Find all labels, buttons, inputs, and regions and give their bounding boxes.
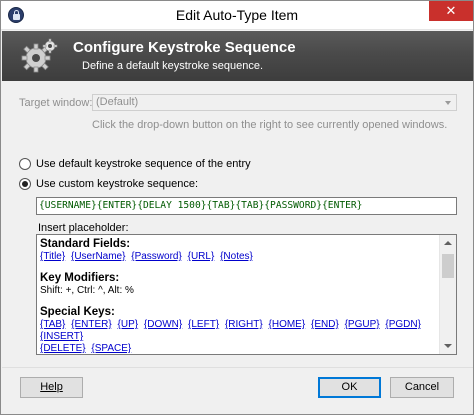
placeholder-content: Standard Fields: {Title} {UserName} {Pas…: [40, 238, 440, 354]
placeholder-link-delete[interactable]: {DELETE}: [40, 343, 86, 354]
placeholder-link-title[interactable]: {Title}: [40, 251, 65, 262]
custom-sequence-label: Use custom keystroke sequence:: [36, 178, 199, 190]
placeholder-link-left[interactable]: {LEFT}: [188, 319, 219, 330]
insert-placeholder-label: Insert placeholder:: [38, 222, 129, 234]
dialog-window: Edit Auto-Type Item ✕ Configure Keystrok…: [0, 0, 474, 415]
placeholder-link-username[interactable]: {UserName}: [71, 251, 125, 262]
gears-icon: [21, 38, 58, 73]
standard-fields-list: {Title} {UserName} {Password} {URL} {Not…: [40, 251, 440, 263]
header-banner: Configure Keystroke Sequence Define a de…: [2, 31, 473, 81]
special-keys-heading: Special Keys:: [40, 306, 115, 318]
banner-title: Configure Keystroke Sequence: [73, 39, 296, 56]
custom-sequence-option[interactable]: Use custom keystroke sequence:: [19, 178, 198, 190]
standard-fields-heading: Standard Fields:: [40, 238, 131, 250]
banner-subtitle: Define a default keystroke sequence.: [82, 60, 264, 72]
key-modifiers-heading: Key Modifiers:: [40, 272, 120, 284]
placeholder-scrollbar[interactable]: [439, 235, 456, 354]
close-button[interactable]: ✕: [429, 1, 473, 21]
target-window-dropdown[interactable]: (Default): [92, 94, 457, 111]
placeholder-link-url[interactable]: {URL}: [188, 251, 215, 262]
chevron-down-icon[interactable]: [440, 95, 456, 110]
window-title: Edit Auto-Type Item: [175, 7, 299, 23]
special-keys-list-2: {DELETE} {SPACE}: [40, 343, 440, 354]
default-sequence-label: Use default keystroke sequence of the en…: [36, 158, 251, 170]
help-button[interactable]: Help: [20, 377, 83, 398]
placeholder-link-up[interactable]: {UP}: [118, 319, 139, 330]
default-sequence-radio[interactable]: [19, 158, 31, 170]
target-window-label: Target window:: [19, 97, 93, 109]
scroll-down-icon[interactable]: [440, 338, 456, 354]
placeholder-link-tab[interactable]: {TAB}: [40, 319, 65, 330]
placeholder-link-enter[interactable]: {ENTER}: [71, 319, 112, 330]
cancel-button[interactable]: Cancel: [390, 377, 454, 398]
ok-button[interactable]: OK: [318, 377, 381, 398]
custom-sequence-radio[interactable]: [19, 178, 31, 190]
placeholder-link-password[interactable]: {Password}: [131, 251, 182, 262]
placeholder-link-right[interactable]: {RIGHT}: [225, 319, 263, 330]
help-button-label: Help: [40, 381, 63, 393]
special-keys-list: {TAB} {ENTER} {UP} {DOWN} {LEFT} {RIGHT}…: [40, 319, 440, 343]
target-window-hint: Click the drop-down button on the right …: [92, 119, 448, 131]
placeholder-link-down[interactable]: {DOWN}: [144, 319, 182, 330]
placeholder-link-insert[interactable]: {INSERT}: [40, 331, 83, 342]
placeholder-link-pgdn[interactable]: {PGDN}: [385, 319, 421, 330]
title-bar: Edit Auto-Type Item ✕: [1, 1, 473, 30]
scroll-up-icon[interactable]: [440, 235, 456, 251]
key-modifiers-text: Shift: +, Ctrl: ^, Alt: %: [40, 285, 134, 296]
default-sequence-option[interactable]: Use default keystroke sequence of the en…: [19, 158, 251, 170]
placeholder-link-end[interactable]: {END}: [311, 319, 339, 330]
placeholder-panel[interactable]: Standard Fields: {Title} {UserName} {Pas…: [36, 234, 457, 355]
button-divider: [2, 367, 473, 368]
scroll-thumb[interactable]: [442, 254, 454, 278]
placeholder-link-home[interactable]: {HOME}: [269, 319, 306, 330]
placeholder-link-notes[interactable]: {Notes}: [220, 251, 253, 262]
keystroke-sequence-input[interactable]: {USERNAME}{ENTER}{DELAY 1500}{TAB}{TAB}{…: [36, 197, 457, 215]
placeholder-link-pgup[interactable]: {PGUP}: [345, 319, 380, 330]
target-window-value: (Default): [96, 96, 139, 108]
placeholder-link-space[interactable]: {SPACE}: [91, 343, 131, 354]
